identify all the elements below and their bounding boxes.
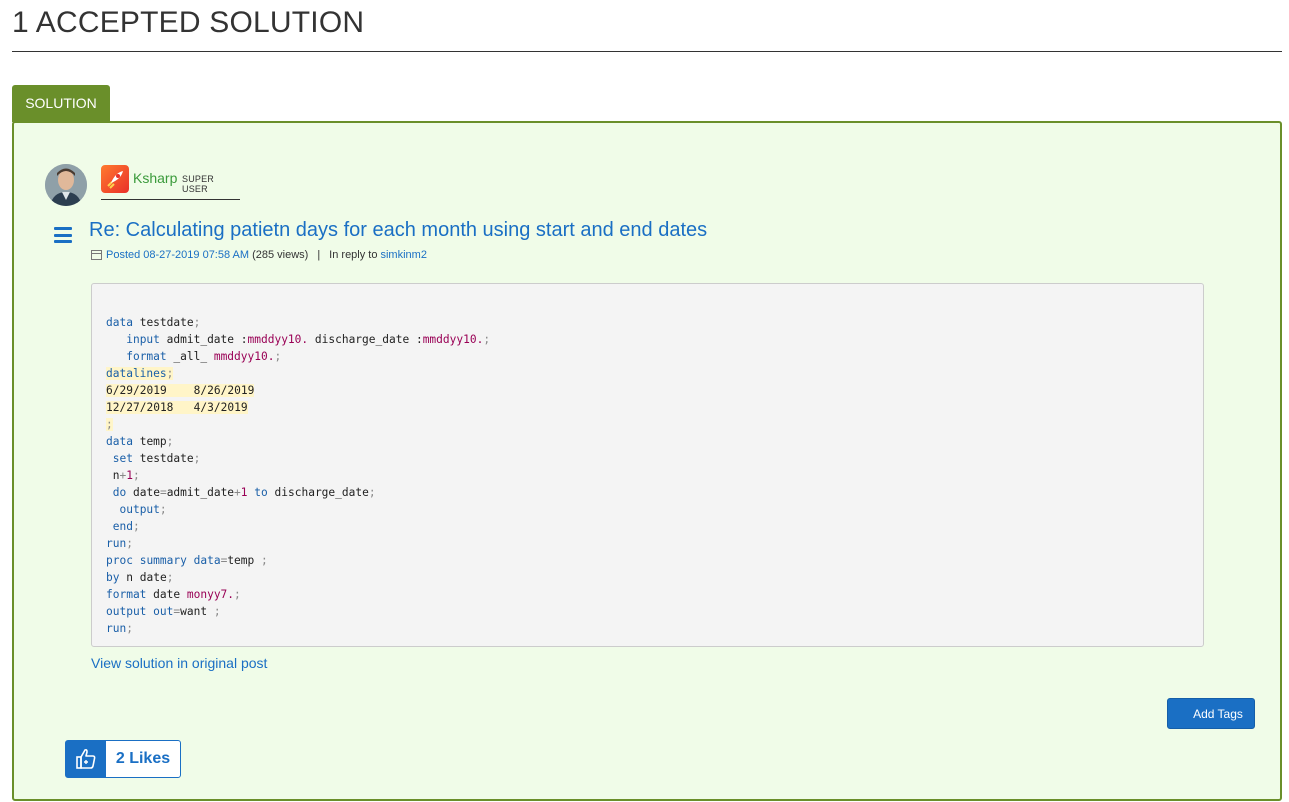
add-tags-label: Add Tags xyxy=(1193,706,1243,721)
calendar-icon xyxy=(91,250,102,260)
solution-tab[interactable]: SOLUTION xyxy=(12,85,110,122)
meta-separator: | xyxy=(317,249,321,261)
likes-count[interactable]: 2 Likes xyxy=(106,741,180,777)
code-line: run; xyxy=(106,537,133,550)
code-line: n+1; xyxy=(112,469,140,482)
code-line: input admit_date :mmddyy10. discharge_da… xyxy=(126,333,491,346)
rocket-rank-icon xyxy=(101,165,129,193)
code-line: end; xyxy=(112,520,140,533)
code-line: 12/27/2018 4/3/2019 xyxy=(106,401,248,414)
posted-label[interactable]: Posted xyxy=(106,249,140,261)
code-line: data testdate; xyxy=(106,316,201,329)
accepted-solution-box: Ksharp SUPER USER Re: Calculating patiet… xyxy=(12,121,1282,801)
code-line: do date=admit_date+1 to discharge_date; xyxy=(112,486,376,499)
add-tags-button[interactable]: Add Tags xyxy=(1167,698,1255,729)
post-meta: Posted 08-27-2019 07:58 AM (285 views) |… xyxy=(91,249,427,261)
code-line: data temp; xyxy=(106,435,174,448)
avatar-photo xyxy=(45,164,87,206)
code-line: by n date; xyxy=(106,571,174,584)
likes-button[interactable]: 2 Likes xyxy=(65,740,181,778)
code-line: ; xyxy=(106,418,113,431)
view-count: (285 views) xyxy=(252,249,309,261)
author-rank: SUPER USER xyxy=(182,174,215,194)
code-line: set testdate; xyxy=(112,452,201,465)
code-line: 6/29/2019 8/26/2019 xyxy=(106,384,255,397)
in-reply-to-user-link[interactable]: simkinm2 xyxy=(380,249,426,261)
code-line: datalines; xyxy=(106,367,174,380)
code-line: format date monyy7.; xyxy=(106,588,241,601)
code-line: output out=want ; xyxy=(106,605,221,618)
author-block: Ksharp SUPER USER xyxy=(101,165,240,200)
thumbs-up-icon[interactable] xyxy=(66,741,106,777)
post-title-link[interactable]: Re: Calculating patietn days for each mo… xyxy=(89,219,707,242)
view-solution-link[interactable]: View solution in original post xyxy=(91,655,267,671)
author-name-link[interactable]: Ksharp xyxy=(133,170,177,186)
tag-icon xyxy=(1179,709,1189,719)
hamburger-menu-icon[interactable] xyxy=(54,227,72,243)
code-block: data testdate; input admit_date :mmddyy1… xyxy=(91,283,1204,647)
avatar[interactable] xyxy=(45,164,87,206)
page-heading: 1 ACCEPTED SOLUTION xyxy=(12,6,1282,52)
code-line: proc summary data=temp ; xyxy=(106,554,268,567)
code-line: run; xyxy=(106,622,133,635)
code-line: format _all_ mmddyy10.; xyxy=(126,350,282,363)
in-reply-to-label: In reply to xyxy=(329,249,378,261)
code-line: output; xyxy=(119,503,167,516)
posted-datetime[interactable]: 08-27-2019 07:58 AM xyxy=(143,249,249,261)
